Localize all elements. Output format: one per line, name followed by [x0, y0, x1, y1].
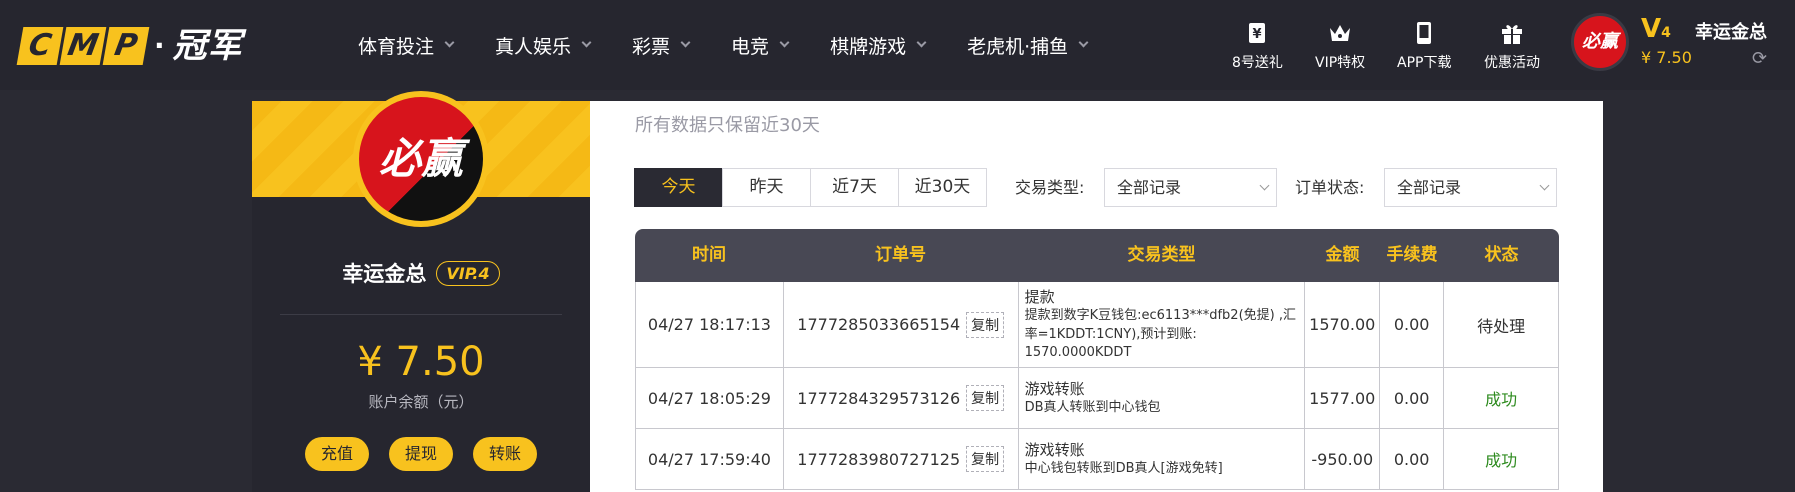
col-amount: 金额 [1325, 245, 1360, 265]
cell-fee: 0.00 [1380, 282, 1445, 367]
nav-live-casino[interactable]: 真人娱乐 [495, 32, 592, 59]
copy-button[interactable]: 复制 [966, 385, 1005, 411]
site-logo[interactable]: CMP · 冠军 [16, 26, 243, 66]
chevron-down-icon [1259, 180, 1270, 191]
chevron-down-icon [680, 37, 691, 48]
status-filter-select[interactable]: 全部记录 [1384, 168, 1557, 207]
quick-gift-8[interactable]: ¥ 8号送礼 [1232, 20, 1283, 72]
top-navbar: CMP · 冠军 体育投注 真人娱乐 彩票 电竞 棋牌游戏 老虎机·捕鱼 ¥ 8… [0, 0, 1795, 90]
gift-icon [1502, 25, 1522, 44]
withdraw-button[interactable]: 提现 [389, 437, 453, 471]
chevron-down-icon [1078, 37, 1089, 48]
cell-fee: 0.00 [1380, 429, 1445, 489]
type-filter-label: 交易类型: [1015, 178, 1085, 197]
profile-avatar: 必赢 [353, 91, 489, 227]
tab-30days[interactable]: 近30天 [898, 168, 987, 207]
col-type: 交易类型 [1127, 245, 1196, 265]
quick-app[interactable]: APP下载 [1397, 20, 1451, 72]
records-panel: 所有数据只保留近30天 今天 昨天 近7天 近30天 交易类型: 全部记录 订单… [590, 101, 1603, 492]
col-order: 订单号 [875, 245, 926, 265]
col-fee: 手续费 [1386, 245, 1438, 265]
type-filter-select[interactable]: 全部记录 [1104, 168, 1277, 207]
table-row: 04/27 18:17:13 1777285033665154 复制 提款 提款到数… [635, 282, 1560, 368]
nav-sports[interactable]: 体育投注 [358, 32, 455, 59]
cell-order: 1777284329573126 复制 [784, 368, 1019, 428]
divider [280, 314, 562, 315]
chevron-down-icon [779, 37, 790, 48]
vip-level: V4 [1641, 14, 1671, 44]
cell-time: 04/27 17:59:40 [636, 429, 784, 489]
cell-type: 游戏转账 中心钱包转账到DB真人[游戏免转] [1019, 429, 1306, 489]
cell-fee: 0.00 [1380, 368, 1445, 428]
cell-amount: 1570.00 [1305, 282, 1381, 367]
cell-status: 成功 [1444, 368, 1560, 428]
crown-icon [1330, 25, 1351, 41]
copy-button[interactable]: 复制 [966, 311, 1005, 338]
tab-today[interactable]: 今天 [634, 168, 723, 207]
logo-text: 冠军 [172, 26, 243, 66]
tab-yesterday[interactable]: 昨天 [722, 168, 811, 207]
header-balance: ¥ 7.50 [1641, 48, 1692, 67]
profile-balance: ¥ 7.50 [357, 339, 485, 385]
table-header: 时间 订单号 交易类型 金额 手续费 状态 [635, 229, 1559, 282]
tab-7days[interactable]: 近7天 [810, 168, 899, 207]
cell-type: 游戏转账 DB真人转账到中心钱包 [1019, 368, 1306, 428]
table-row: 04/27 18:05:29 1777284329573126 复制 游戏转账 DB… [635, 368, 1560, 429]
chevron-down-icon [1539, 180, 1550, 191]
refresh-icon[interactable]: ⟳ [1752, 48, 1767, 69]
vip-badge: VIP.4 [436, 260, 500, 286]
copy-button[interactable]: 复制 [966, 446, 1005, 472]
table-row: 04/27 17:59:40 1777283980727125 复制 游戏转账 中心… [635, 429, 1560, 490]
main-nav: 体育投注 真人娱乐 彩票 电竞 棋牌游戏 老虎机·捕鱼 [358, 0, 1129, 90]
col-time: 时间 [692, 245, 726, 265]
user-avatar[interactable]: 必赢 [1571, 13, 1629, 71]
yen-icon: ¥ [1249, 23, 1266, 43]
status-filter-label: 订单状态: [1295, 178, 1365, 197]
transfer-button[interactable]: 转账 [473, 437, 537, 471]
date-tabs: 今天 昨天 近7天 近30天 [634, 168, 987, 207]
svg-text:¥: ¥ [1253, 27, 1262, 42]
cell-time: 04/27 18:05:29 [636, 368, 784, 428]
profile-name: 幸运金总 [342, 262, 427, 286]
nav-lottery[interactable]: 彩票 [632, 32, 691, 59]
profile-name-row: 幸运金总 VIP.4 [252, 258, 590, 288]
profile-panel: 必赢 幸运金总 VIP.4 ¥ 7.50 账户余额（元） 充值 提现 转账 [252, 91, 590, 492]
chevron-down-icon [916, 37, 927, 48]
cell-time: 04/27 18:17:13 [636, 282, 784, 367]
col-status: 状态 [1484, 245, 1519, 265]
logo-dot: · [154, 29, 165, 62]
nav-esports[interactable]: 电竞 [731, 32, 790, 59]
cell-status: 成功 [1444, 429, 1560, 489]
cell-status: 待处理 [1444, 282, 1560, 367]
records-table: 时间 订单号 交易类型 金额 手续费 状态 04/27 18:17:13 177… [635, 229, 1560, 490]
profile-balance-label: 账户余额（元） [368, 393, 474, 411]
chevron-down-icon [581, 37, 592, 48]
header-username[interactable]: 幸运金总 [1695, 18, 1767, 44]
cell-order: 1777283980727125 复制 [784, 429, 1019, 489]
quick-promotions[interactable]: 优惠活动 [1484, 20, 1540, 72]
cell-order: 1777285033665154 复制 [784, 282, 1019, 367]
cell-amount: 1577.00 [1305, 368, 1381, 428]
chevron-down-icon [444, 37, 455, 48]
nav-slots-fishing[interactable]: 老虎机·捕鱼 [967, 32, 1089, 59]
nav-card-games[interactable]: 棋牌游戏 [830, 32, 927, 59]
deposit-button[interactable]: 充值 [305, 437, 369, 471]
logo-cmp: CMP [16, 27, 150, 65]
phone-icon [1417, 22, 1432, 44]
retention-note: 所有数据只保留近30天 [635, 115, 820, 136]
quick-vip[interactable]: VIP特权 [1315, 20, 1365, 72]
cell-type: 提款 提款到数字K豆钱包:ec6113***dfb2(免提) ,汇率=1KDDT:… [1019, 282, 1306, 367]
profile-actions: 充值 提现 转账 [252, 437, 590, 471]
cell-amount: -950.00 [1305, 429, 1381, 489]
